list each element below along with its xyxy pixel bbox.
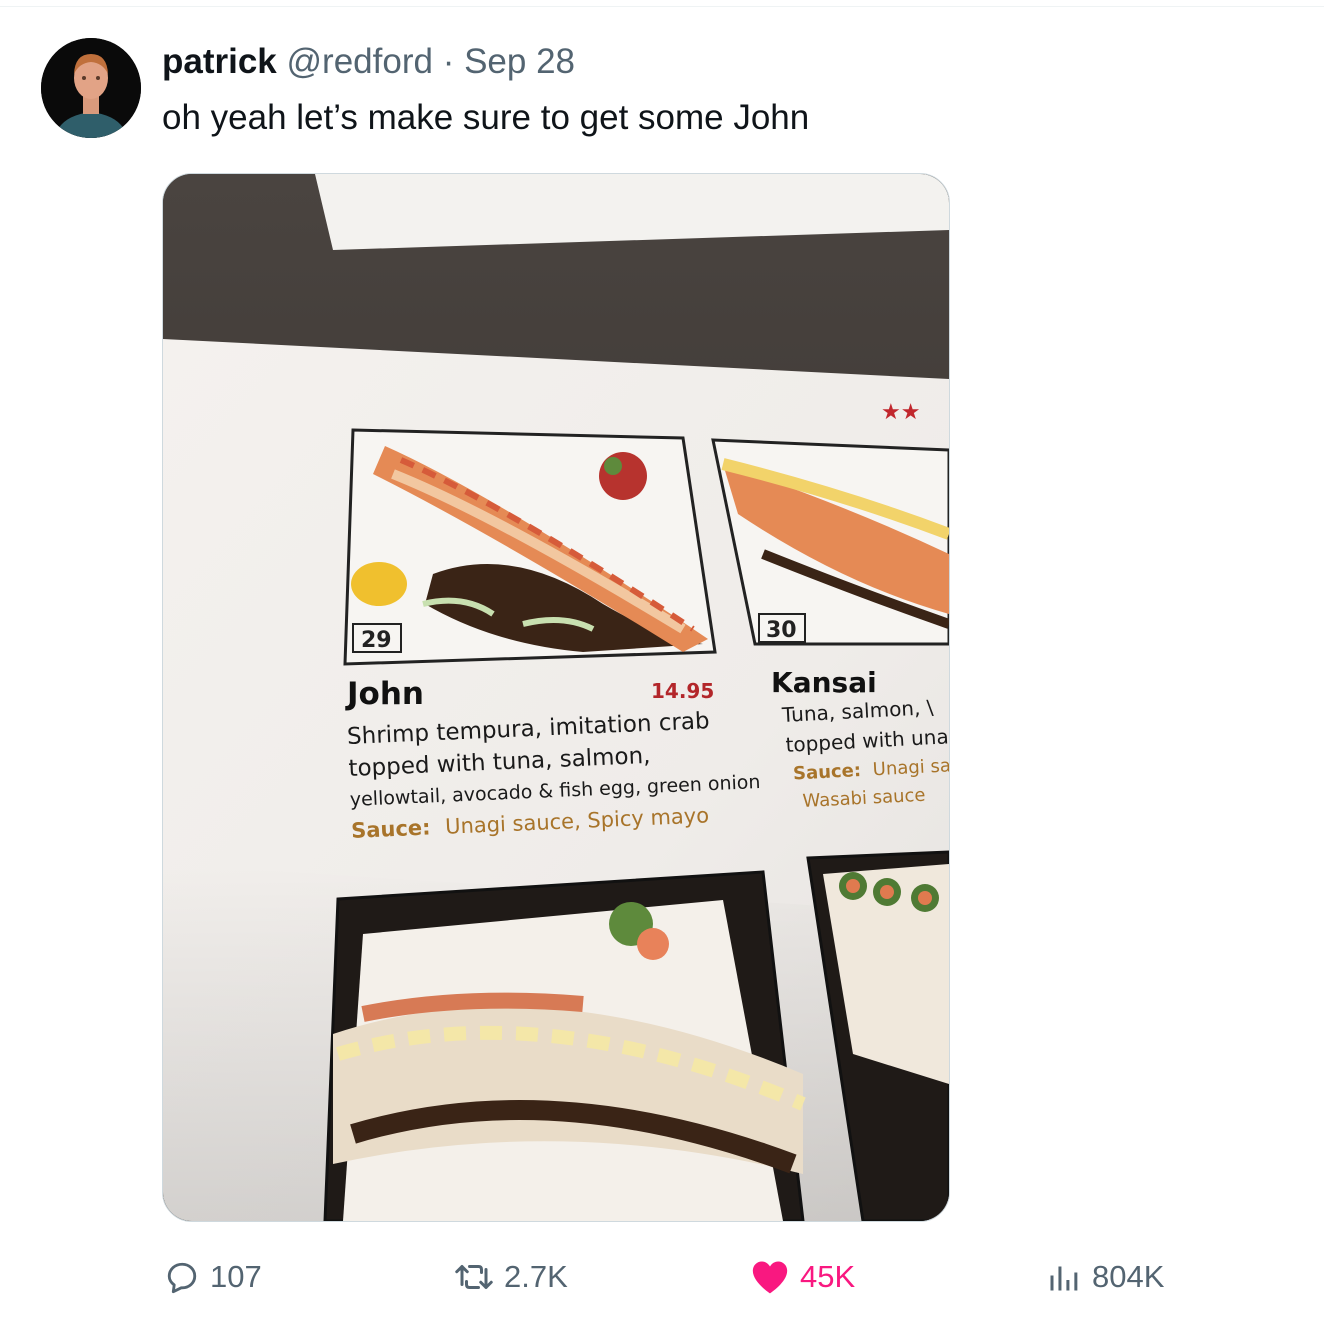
kansai-sauce-text: Unagi sa	[872, 755, 949, 780]
john-number: 29	[361, 628, 392, 653]
kansai-name: Kansai	[771, 666, 877, 699]
like-button[interactable]: 45K	[750, 1250, 855, 1304]
reply-icon	[167, 1262, 197, 1294]
like-count: 45K	[800, 1259, 856, 1294]
john-name: John	[345, 676, 424, 712]
handle[interactable]: @redford	[287, 42, 433, 81]
retweet-button[interactable]: 2.7K	[454, 1250, 568, 1304]
separator: ·	[442, 42, 455, 81]
john-roll-photo	[343, 428, 717, 666]
top-divider	[0, 6, 1324, 7]
reply-count: 107	[210, 1259, 262, 1294]
menu-photo: ★★ 29 30 John 14.95 Shrimp tempura, imit…	[163, 174, 949, 1221]
tweet-text: oh yeah let’s make sure to get some John	[162, 98, 810, 137]
avatar-image	[41, 38, 141, 138]
retweet-icon	[455, 1265, 493, 1289]
avatar[interactable]	[41, 38, 141, 138]
views-button[interactable]: 804K	[1046, 1250, 1164, 1304]
kansai-sauce-label: Sauce:	[793, 760, 862, 785]
kansai-number: 30	[766, 618, 797, 643]
views-bar-chart-icon	[1050, 1266, 1078, 1291]
retweet-count: 2.7K	[504, 1259, 568, 1294]
tweet-date[interactable]: Sep 28	[464, 42, 575, 81]
tweet-photo[interactable]: ★★ 29 30 John 14.95 Shrimp tempura, imit…	[162, 173, 950, 1222]
tweet-actions: 107 2.7K 45K 804K	[0, 1250, 1324, 1304]
tweet-header: patrick @redford · Sep 28	[162, 42, 575, 82]
bottom-roll-photo	[323, 870, 806, 1221]
john-price: 14.95	[651, 679, 714, 703]
heart-icon	[752, 1261, 788, 1294]
menu-stars: ★★	[881, 400, 920, 425]
reply-button[interactable]: 107	[164, 1250, 262, 1304]
john-sauce-label: Sauce:	[351, 815, 431, 842]
views-count: 804K	[1092, 1259, 1165, 1294]
display-name[interactable]: patrick	[162, 42, 277, 81]
kansai-roll-photo	[711, 438, 949, 646]
